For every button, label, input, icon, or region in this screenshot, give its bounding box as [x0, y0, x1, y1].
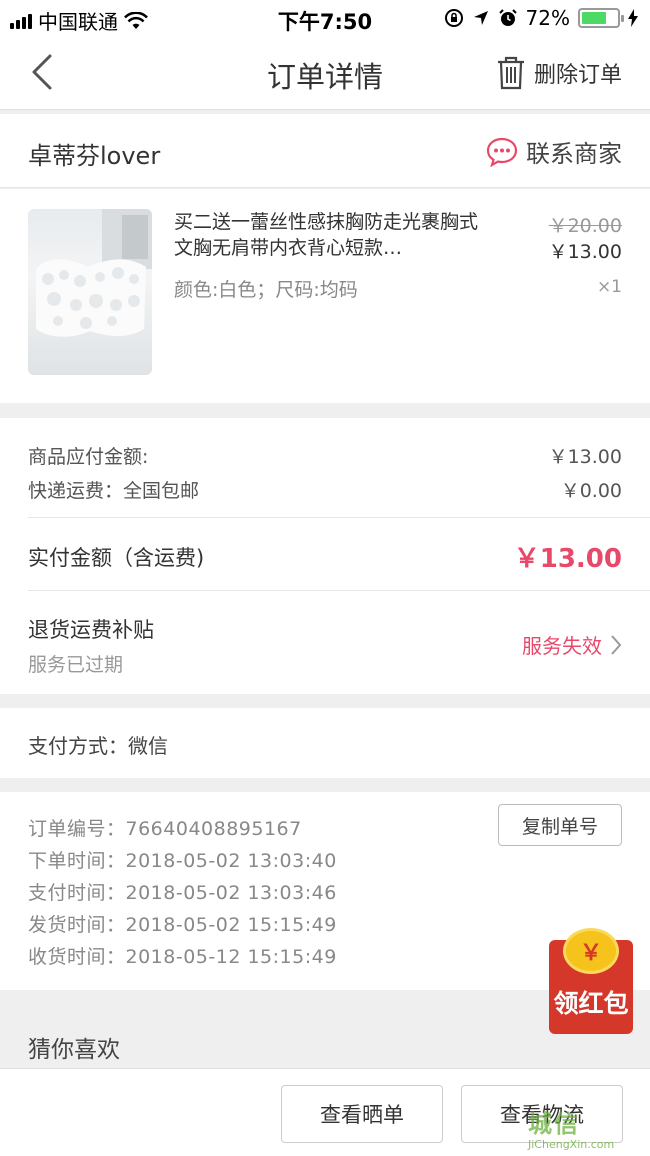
- chat-icon: [486, 137, 518, 167]
- shipping-label: 快递运费：全国包邮: [28, 480, 200, 502]
- shipping-row: 快递运费：全国包邮 ￥0.00: [28, 476, 622, 503]
- order-time: 下单时间：2018-05-02 13:03:40: [28, 850, 337, 872]
- status-bar: 中国联通 下午7:50 72%: [0, 0, 650, 36]
- original-price: ￥20.00: [548, 215, 622, 237]
- paid-amount-value: ￥13.00: [513, 544, 622, 574]
- alarm-icon: [498, 9, 517, 26]
- battery-icon: [578, 8, 624, 28]
- red-packet-button[interactable]: ￥ 领红包: [549, 928, 633, 1034]
- divider: [28, 517, 650, 518]
- receive-time: 收货时间：2018-05-12 15:15:49: [28, 946, 337, 968]
- chevron-right-icon: [611, 634, 622, 655]
- goods-amount-label: 商品应付金额:: [28, 446, 149, 468]
- refund-status-label: 服务失效: [522, 634, 602, 658]
- recommend-title: 猜你喜欢: [28, 1037, 120, 1063]
- payment-method-text: 支付方式：微信: [28, 734, 168, 758]
- coin-icon: ￥: [563, 928, 619, 974]
- product-title[interactable]: 买二送一蕾丝性感抹胸防走光裹胸式文胸无肩带内衣背心短款…: [174, 209, 494, 261]
- goods-amount-value: ￥13.00: [548, 446, 622, 468]
- view-review-button[interactable]: 查看晒单: [281, 1085, 443, 1143]
- delete-order-button[interactable]: 删除订单: [496, 56, 622, 90]
- status-right: 72%: [444, 6, 638, 30]
- divider: [28, 590, 650, 591]
- shop-name[interactable]: 卓蒂芬lover: [28, 136, 160, 171]
- product-image[interactable]: [28, 209, 152, 375]
- contact-seller-button[interactable]: 联系商家: [486, 134, 622, 169]
- refund-subsidy-subtitle: 服务已过期: [28, 654, 124, 676]
- back-chevron-icon[interactable]: [26, 52, 66, 92]
- red-packet-label: 领红包: [553, 989, 629, 1018]
- payment-time: 支付时间：2018-05-02 13:03:46: [28, 882, 337, 904]
- site-watermark: 城信 JiChengXin.com: [528, 1104, 640, 1152]
- nav-bar: 订单详情 删除订单: [0, 36, 650, 110]
- watermark-main: 城信: [528, 1110, 580, 1138]
- goods-amount-row: 商品应付金额: ￥13.00: [28, 442, 622, 469]
- watermark-sub: JiChengXin.com: [528, 1138, 615, 1151]
- product-item[interactable]: 买二送一蕾丝性感抹胸防走光裹胸式文胸无肩带内衣背心短款… 颜色:白色；尺码:均码…: [0, 189, 650, 403]
- delete-order-label: 删除订单: [533, 63, 622, 88]
- payment-method: 支付方式：微信: [0, 708, 650, 778]
- shipping-time: 发货时间：2018-05-02 15:15:49: [28, 914, 337, 936]
- paid-amount-label: 实付金额（含运费): [28, 546, 205, 570]
- charging-icon: [628, 9, 638, 27]
- contact-seller-label: 联系商家: [526, 140, 622, 168]
- trash-icon: [497, 56, 524, 90]
- lock-rotation-icon: [444, 9, 463, 27]
- product-quantity: ×1: [596, 277, 622, 297]
- product-spec: 颜色:白色；尺码:均码: [174, 279, 358, 301]
- shipping-value: ￥0.00: [560, 480, 622, 502]
- refund-subsidy-status[interactable]: 服务失效: [522, 630, 622, 659]
- refund-subsidy-title: 退货运费补贴: [28, 618, 154, 642]
- order-number: 订单编号：76640408895167: [28, 818, 302, 840]
- copy-order-number-button[interactable]: 复制单号: [498, 804, 622, 846]
- shop-row: 卓蒂芬lover 联系商家: [0, 114, 650, 188]
- battery-percent: 72%: [525, 6, 570, 30]
- amount-section: 商品应付金额: ￥13.00 快递运费：全国包邮 ￥0.00 实付金额（含运费)…: [0, 418, 650, 694]
- location-icon: [473, 11, 488, 25]
- product-price: ￥13.00: [548, 241, 622, 263]
